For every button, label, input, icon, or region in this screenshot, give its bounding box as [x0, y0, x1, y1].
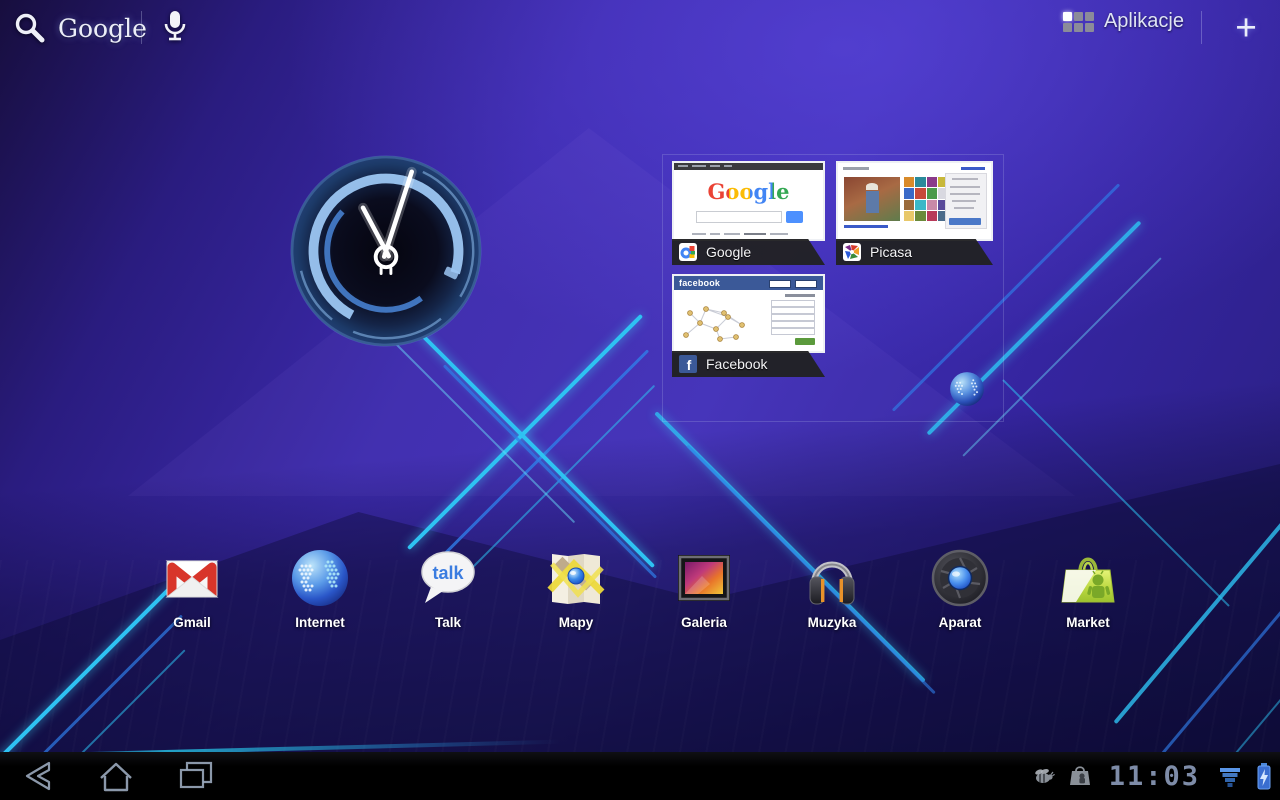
recent-apps-button[interactable] — [168, 758, 224, 794]
google-logo-text: Google — [58, 13, 147, 43]
dock-item-gmail[interactable]: Gmail — [142, 546, 242, 630]
dock-item-internet[interactable]: Internet — [270, 546, 370, 630]
system-clock: 11:03 — [1108, 760, 1200, 792]
dock-label: Galeria — [681, 615, 727, 630]
camera-lens-icon — [931, 549, 989, 607]
gmail-icon — [165, 560, 219, 598]
dock-item-mapy[interactable]: Mapy — [526, 546, 626, 630]
microphone-icon — [164, 11, 186, 41]
apps-grid-icon — [1062, 11, 1094, 32]
bookmark-widget-picasa[interactable]: Picasa — [836, 161, 993, 265]
dock-item-market[interactable]: Market — [1038, 546, 1138, 630]
top-bar: Google Aplikacje + — [0, 0, 1280, 56]
status-tray[interactable]: 11:03 — [1031, 752, 1272, 800]
bookmark-label-bar: Google — [672, 239, 825, 265]
app-dock: Gmail Internet talk Talk Mapy Galeria Mu… — [0, 546, 1280, 646]
dock-label: Gmail — [173, 615, 211, 630]
dock-label: Market — [1066, 615, 1110, 630]
picasa-page-thumbnail — [836, 161, 993, 241]
home-button[interactable] — [88, 758, 144, 794]
dock-item-aparat[interactable]: Aparat — [910, 546, 1010, 630]
facebook-page-thumbnail: facebook — [672, 274, 825, 353]
svg-text:f: f — [687, 357, 692, 373]
bookmark-label: Picasa — [870, 244, 913, 260]
market-notification-icon — [1069, 766, 1090, 785]
topbar-divider — [141, 11, 142, 44]
talk-icon: talk — [421, 551, 475, 603]
battery-charging-icon — [1257, 763, 1271, 790]
add-widget-button[interactable]: + — [1226, 4, 1266, 52]
apps-button-label: Aplikacje — [1103, 10, 1184, 32]
music-headphones-icon — [809, 561, 855, 605]
dock-label: Mapy — [558, 615, 594, 630]
facebook-thumb-logo: facebook — [679, 278, 721, 288]
analog-clock-icon — [290, 155, 482, 347]
back-button[interactable] — [8, 758, 64, 794]
bookmark-label-bar: Picasa — [836, 239, 993, 265]
bookmark-label-bar: f Facebook — [672, 351, 825, 377]
voice-search-button[interactable] — [158, 6, 192, 50]
dock-item-muzyka[interactable]: Muzyka — [782, 546, 882, 630]
bookmark-widget-facebook[interactable]: facebook f Facebook — [672, 274, 825, 377]
market-bag-icon — [1061, 557, 1115, 603]
home-icon — [100, 762, 132, 792]
picasa-favicon — [843, 243, 861, 261]
system-bar: 11:03 — [0, 752, 1280, 800]
dock-label: Muzyka — [807, 615, 857, 630]
bookmark-label: Facebook — [706, 356, 768, 372]
back-icon — [25, 761, 51, 791]
dock-item-galeria[interactable]: Galeria — [654, 546, 754, 630]
recent-apps-icon — [179, 761, 213, 789]
dock-label: Talk — [434, 615, 461, 630]
google-search-widget[interactable]: Google — [12, 6, 147, 50]
facebook-favicon: f — [679, 355, 697, 373]
apps-button[interactable]: Aplikacje — [1062, 10, 1184, 33]
svg-text:talk: talk — [432, 563, 464, 583]
gallery-icon — [678, 555, 730, 601]
honeycomb-home-screen: Google Aplikacje + Google Google Picasa … — [0, 0, 1280, 800]
topbar-divider — [1201, 11, 1202, 44]
google-page-thumbnail: Google — [672, 161, 825, 241]
globe-icon — [950, 372, 984, 406]
maps-icon — [547, 554, 605, 604]
search-icon — [15, 13, 45, 43]
plus-icon: + — [1235, 7, 1257, 48]
usb-debug-bee-icon — [1034, 769, 1055, 783]
bookmark-label: Google — [706, 244, 752, 260]
dock-label: Aparat — [938, 615, 982, 630]
internet-globe-icon — [292, 550, 348, 606]
browser-globe-shortcut[interactable] — [947, 369, 987, 409]
dock-label: Internet — [295, 615, 345, 630]
wallpaper — [0, 0, 1280, 800]
google-thumb-logo: Google — [674, 179, 823, 204]
dock-item-talk[interactable]: talk Talk — [398, 546, 498, 630]
signal-strength-icon — [1220, 768, 1240, 787]
google-favicon — [679, 243, 697, 261]
facebook-network-graphic — [683, 306, 745, 342]
analog-clock-widget[interactable] — [288, 153, 484, 349]
bookmark-widget-google[interactable]: Google Google — [672, 161, 825, 265]
